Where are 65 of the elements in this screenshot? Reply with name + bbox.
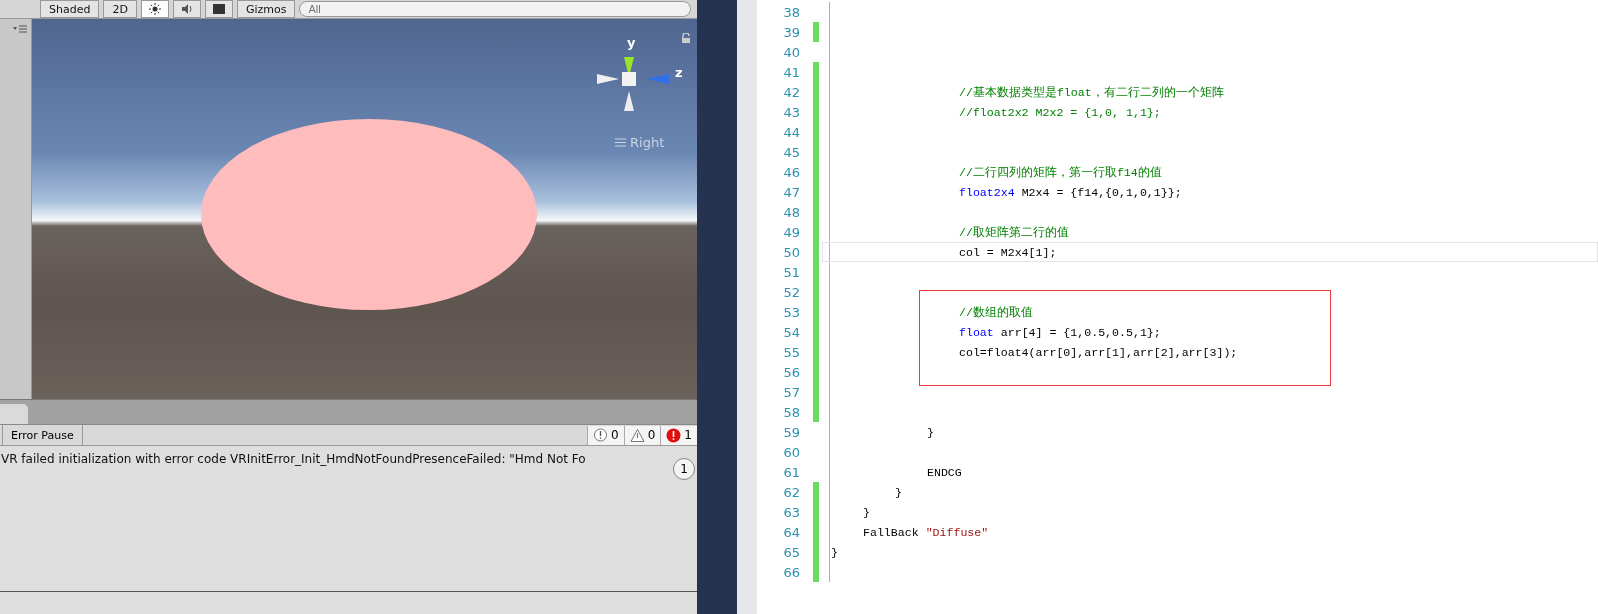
line-number: 65 (782, 544, 800, 560)
code-line: col=float4(arr[0],arr[1],arr[2],arr[3]); (958, 345, 1238, 359)
line-number: 46 (782, 164, 800, 180)
code-line: ENDCG (926, 465, 962, 479)
speaker-icon[interactable] (172, 0, 201, 18)
sun-icon[interactable] (140, 0, 169, 18)
z-axis-label: z (675, 65, 683, 80)
code-line: } (894, 485, 902, 499)
warning-icon (629, 427, 645, 443)
line-number: 47 (782, 184, 800, 200)
line-number: 55 (782, 344, 800, 360)
log-count-toggle[interactable]: 0 (623, 425, 661, 445)
line-number: 45 (782, 144, 800, 160)
code-line: //数组的取值 (958, 304, 1033, 320)
line-number: 61 (782, 464, 800, 480)
line-number: 42 (782, 84, 800, 100)
code-line: //基本数据类型是float，有二行二列的一个矩阵 (958, 84, 1224, 100)
code-line: col = M2x4[1]; (958, 245, 1057, 259)
lock-icon[interactable] (681, 33, 691, 43)
line-number: 44 (782, 124, 800, 140)
error-icon (666, 427, 682, 443)
line-number: 58 (782, 404, 800, 420)
2d-toggle[interactable]: 2D (103, 0, 137, 18)
console-message[interactable]: VR failed initialization with error code VRInitError_Init_HmdNotFoundPresenceFailed: "Hmd Not Fo (1, 452, 586, 466)
line-number: 52 (782, 284, 800, 300)
line-number: 50 (782, 244, 800, 260)
menu-icon[interactable] (615, 138, 626, 147)
line-number: 56 (782, 364, 800, 380)
line-number: 41 (782, 64, 800, 80)
line-number: 53 (782, 304, 800, 320)
error-pause-button[interactable]: Error Pause (2, 425, 83, 445)
line-number: 48 (782, 204, 800, 220)
line-number: 39 (782, 24, 800, 40)
line-number: 40 (782, 44, 800, 60)
line-number: 38 (782, 4, 800, 20)
code-line: float arr[4] = {1,0.5,0.5,1}; (958, 325, 1161, 339)
code-line: } (831, 545, 838, 559)
list-menu-icon[interactable] (13, 25, 27, 33)
image-icon[interactable] (204, 0, 233, 18)
message-count: 1 (673, 458, 695, 480)
line-number: 51 (782, 264, 800, 280)
line-number: 66 (782, 564, 800, 580)
search-field[interactable]: All (299, 1, 691, 17)
log-count-toggle[interactable]: 0 (587, 425, 624, 445)
code-line: //二行四列的矩阵，第一行取f14的值 (958, 164, 1162, 180)
line-number: 63 (782, 504, 800, 520)
line-number: 49 (782, 224, 800, 240)
code-line: } (862, 505, 870, 519)
log-count-toggle[interactable]: 1 (660, 425, 697, 445)
code-line: //取矩阵第二行的值 (958, 224, 1069, 240)
line-number: 59 (782, 424, 800, 440)
line-number: 60 (782, 444, 800, 460)
line-number: 54 (782, 324, 800, 340)
code-line: FallBack "Diffuse" (862, 525, 989, 539)
gizmos-dropdown[interactable]: Gizmos (236, 0, 296, 18)
line-number: 64 (782, 524, 800, 540)
line-number: 62 (782, 484, 800, 500)
y-axis-label: y (627, 35, 636, 50)
code-line: //float2x2 M2x2 = {1,0, 1,1}; (958, 105, 1161, 119)
info-icon (593, 427, 609, 443)
line-number: 43 (782, 104, 800, 120)
shading-dropdown[interactable]: Shaded (40, 0, 100, 18)
line-number: 57 (782, 384, 800, 400)
code-line: float2x4 M2x4 = {f14,{0,1,0,1}}; (958, 185, 1182, 199)
code-line: } (926, 425, 934, 439)
